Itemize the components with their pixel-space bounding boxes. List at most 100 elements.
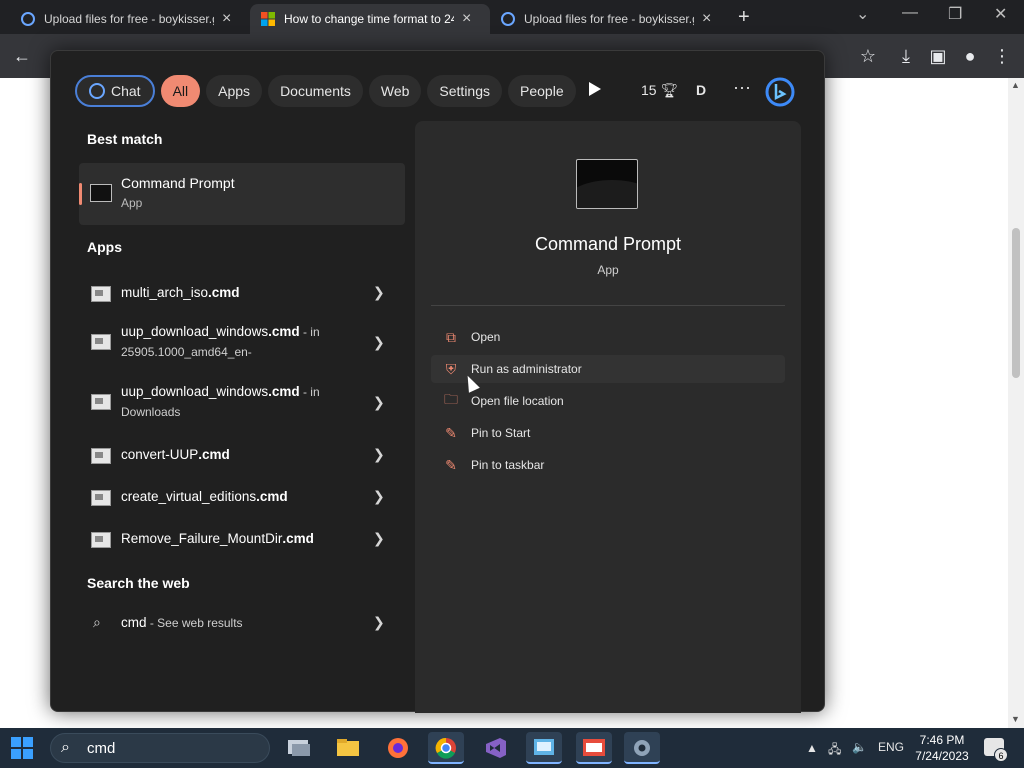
chevron-right-icon[interactable]: ❯ bbox=[373, 488, 385, 505]
scroll-down-icon[interactable]: ▼ bbox=[1011, 714, 1020, 724]
best-match-item[interactable]: Command Prompt App bbox=[79, 163, 405, 225]
trophy-icon: 🏆︎ bbox=[660, 82, 679, 98]
close-icon[interactable]: × bbox=[462, 10, 471, 28]
new-tab-icon[interactable]: + bbox=[738, 6, 750, 29]
best-match-name: Command Prompt bbox=[121, 175, 235, 191]
more-options-icon[interactable]: ··· bbox=[733, 77, 751, 98]
chevron-right-icon[interactable]: ❯ bbox=[373, 530, 385, 547]
cmd-file-icon bbox=[91, 286, 111, 302]
cmd-file-icon bbox=[91, 448, 111, 464]
language-indicator[interactable]: ENG bbox=[878, 740, 904, 754]
chip-label: All bbox=[172, 83, 189, 99]
tab-title: Upload files for free - boykisser.g bbox=[524, 12, 694, 26]
scroll-up-icon[interactable]: ▲ bbox=[1011, 80, 1020, 90]
apps-heading: Apps bbox=[87, 239, 122, 255]
list-item[interactable]: uup_download_windows.cmd - in Downloads … bbox=[79, 376, 405, 432]
search-web-heading: Search the web bbox=[87, 575, 190, 591]
cmd-file-icon bbox=[91, 490, 111, 506]
chip-all[interactable]: All bbox=[160, 75, 201, 107]
firefox-icon[interactable] bbox=[380, 732, 416, 764]
list-item[interactable]: multi_arch_iso.cmd ❯ bbox=[79, 276, 405, 316]
close-icon[interactable]: × bbox=[222, 10, 231, 28]
notification-badge: 6 bbox=[994, 748, 1008, 762]
browser-tab-3[interactable]: Upload files for free - boykisser.g × bbox=[490, 4, 730, 34]
rewards-points[interactable]: 15 🏆︎ bbox=[641, 82, 678, 99]
settings-gear-icon[interactable] bbox=[624, 732, 660, 764]
task-view-icon[interactable] bbox=[280, 732, 316, 764]
minimize-icon[interactable]: — bbox=[902, 4, 918, 22]
cmd-file-icon bbox=[91, 394, 111, 410]
browser-tab-1[interactable]: Upload files for free - boykisser.g × bbox=[10, 4, 250, 34]
chip-label: Web bbox=[380, 83, 410, 99]
list-item[interactable]: Remove_Failure_MountDir.cmd ❯ bbox=[79, 522, 405, 562]
close-window-icon[interactable]: ✕ bbox=[994, 4, 1007, 24]
chip-label: Documents bbox=[280, 83, 351, 99]
chevron-right-icon[interactable]: ❯ bbox=[373, 334, 385, 351]
windows-start-icon[interactable] bbox=[10, 736, 34, 760]
app-name: multi_arch_iso.cmd bbox=[121, 285, 240, 300]
file-explorer-icon[interactable] bbox=[330, 732, 366, 764]
list-item[interactable]: create_virtual_editions.cmd ❯ bbox=[79, 480, 405, 520]
star-icon[interactable]: ☆ bbox=[856, 44, 880, 68]
action-pin-to-start[interactable]: ✎ Pin to Start bbox=[431, 419, 785, 447]
detail-pane: Command Prompt App ⧉ Open ⛨ Run as admin… bbox=[415, 121, 801, 713]
side-panel-icon[interactable]: ▣ bbox=[926, 44, 950, 68]
scrollbar-thumb[interactable] bbox=[1012, 228, 1020, 378]
chevron-right-icon[interactable]: ❯ bbox=[373, 446, 385, 463]
bing-logo-icon[interactable] bbox=[764, 76, 796, 108]
action-open[interactable]: ⧉ Open bbox=[431, 323, 785, 351]
action-pin-to-taskbar[interactable]: ✎ Pin to taskbar bbox=[431, 451, 785, 479]
action-run-as-administrator[interactable]: ⛨ Run as administrator bbox=[431, 355, 785, 383]
pin-icon: ✎ bbox=[445, 424, 457, 441]
chevron-down-icon[interactable]: ⌄ bbox=[856, 4, 869, 24]
close-icon[interactable]: × bbox=[702, 10, 711, 28]
app-name: Remove_Failure_MountDir.cmd bbox=[121, 531, 314, 546]
browser-tab-2[interactable]: How to change time format to 24 × bbox=[250, 4, 490, 34]
scrollbar[interactable]: ▲ ▼ bbox=[1008, 78, 1024, 728]
chip-people[interactable]: People bbox=[508, 75, 576, 107]
app-name: create_virtual_editions.cmd bbox=[121, 489, 288, 504]
chevron-right-icon[interactable]: ❯ bbox=[373, 614, 385, 631]
taskbar: ⌕ cmd ▲ 🖧 🔈 ENG 7:46 PM 7/24/2023 6 bbox=[0, 728, 1024, 768]
chip-apps[interactable]: Apps bbox=[206, 75, 263, 107]
list-item[interactable]: uup_download_windows.cmd - in 25905.1000… bbox=[79, 316, 405, 372]
taskbar-search-input[interactable]: ⌕ cmd bbox=[50, 733, 270, 763]
chip-web[interactable]: Web bbox=[368, 75, 422, 107]
restore-icon[interactable]: ❐ bbox=[948, 4, 962, 24]
user-avatar[interactable]: D bbox=[696, 82, 706, 98]
chevron-right-icon[interactable]: ❯ bbox=[373, 394, 385, 411]
visual-studio-icon[interactable] bbox=[478, 732, 514, 764]
chip-settings[interactable]: Settings bbox=[427, 75, 503, 107]
list-item[interactable]: convert-UUP.cmd ❯ bbox=[79, 438, 405, 478]
chip-documents[interactable]: Documents bbox=[268, 75, 363, 107]
date: 7/24/2023 bbox=[915, 749, 969, 763]
control-panel-icon[interactable] bbox=[526, 732, 562, 764]
command-prompt-icon bbox=[90, 184, 112, 202]
search-value: cmd bbox=[87, 740, 116, 757]
tray-chevron-up-icon[interactable]: ▲ bbox=[806, 741, 818, 755]
chip-chat[interactable]: Chat bbox=[75, 75, 155, 107]
download-icon[interactable]: ⤓ bbox=[894, 44, 918, 68]
network-icon[interactable]: 🖧 bbox=[828, 740, 841, 761]
detail-type: App bbox=[597, 263, 619, 277]
action-open-file-location[interactable]: 🗀 Open file location bbox=[431, 387, 785, 415]
web-result-item[interactable]: ⌕ cmd - See web results ❯ bbox=[79, 606, 405, 646]
presentation-app-icon[interactable] bbox=[576, 732, 612, 764]
open-icon: ⧉ bbox=[446, 328, 456, 345]
menu-dots-icon[interactable]: ⋮ bbox=[990, 44, 1014, 68]
volume-icon[interactable]: 🔈 bbox=[852, 740, 867, 754]
play-icon[interactable] bbox=[588, 81, 602, 97]
chrome-icon[interactable] bbox=[428, 732, 464, 764]
clock[interactable]: 7:46 PM 7/24/2023 bbox=[908, 732, 976, 764]
search-icon: ⌕ bbox=[61, 739, 70, 756]
pin-icon: ✎ bbox=[445, 456, 457, 473]
bing-chat-icon bbox=[89, 83, 105, 99]
app-name: uup_download_windows.cmd - in bbox=[121, 324, 320, 339]
profile-icon[interactable]: ● bbox=[958, 44, 982, 68]
chevron-right-icon[interactable]: ❯ bbox=[373, 284, 385, 301]
detail-title: Command Prompt bbox=[534, 234, 682, 254]
app-name: convert-UUP.cmd bbox=[121, 447, 230, 462]
best-match-type: App bbox=[121, 196, 143, 210]
back-arrow-icon[interactable]: ← bbox=[10, 44, 34, 68]
chip-label: People bbox=[520, 83, 564, 99]
